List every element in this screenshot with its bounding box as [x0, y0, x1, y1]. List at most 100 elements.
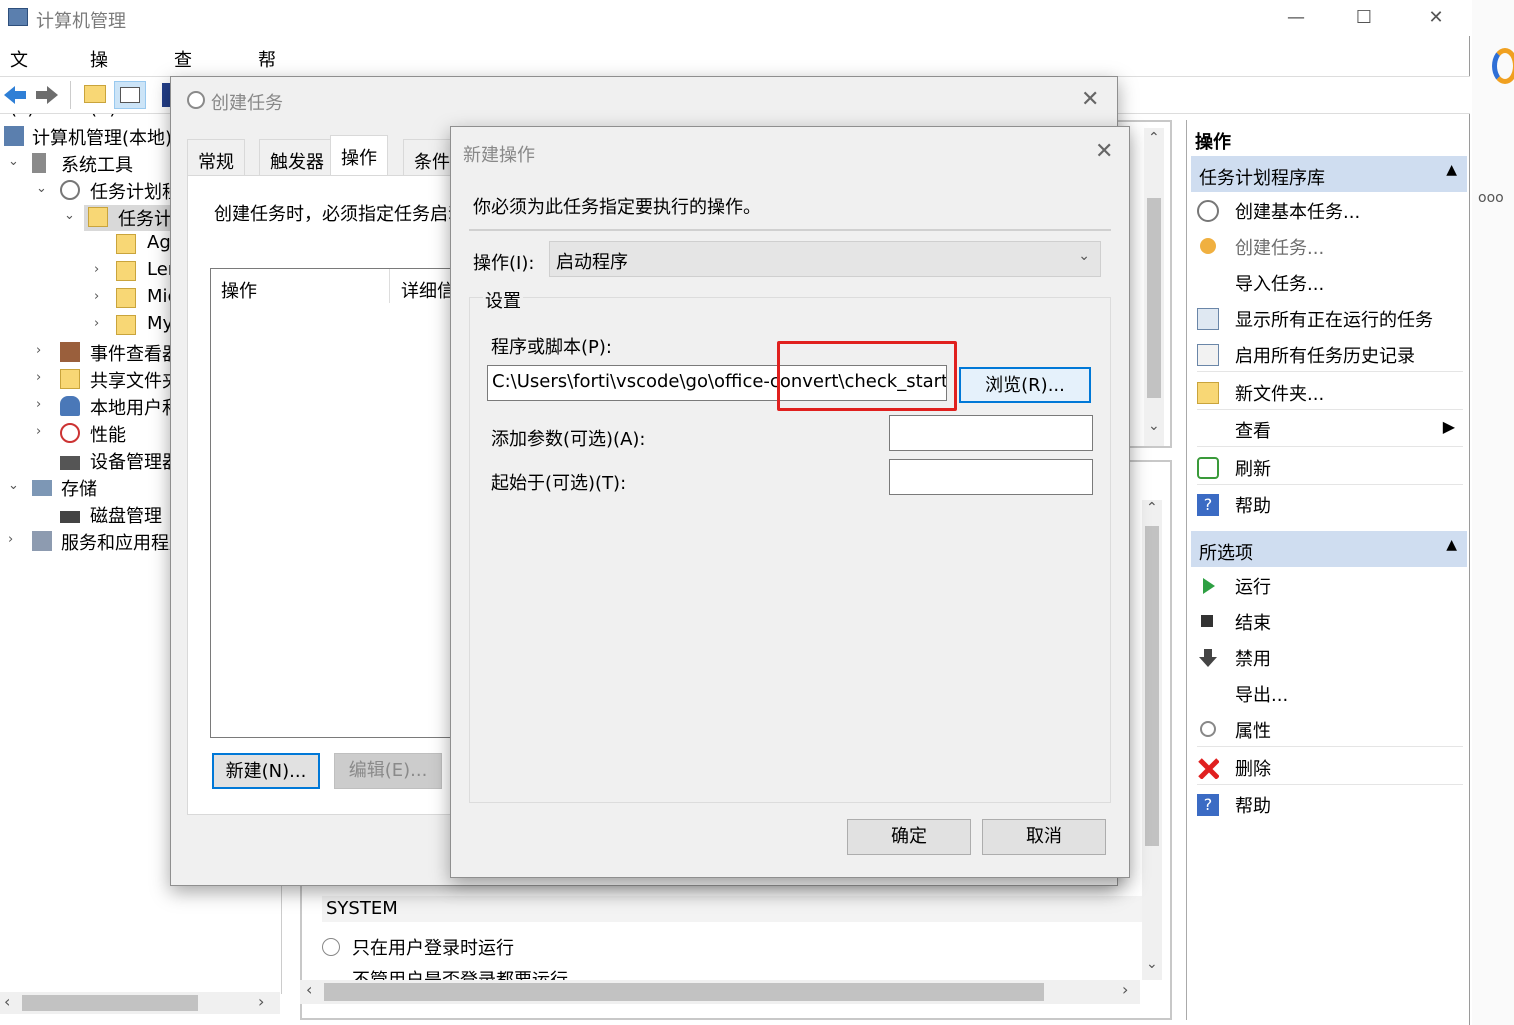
- back-arrow-icon[interactable]: [2, 83, 28, 107]
- action-help[interactable]: ? 帮助: [1197, 486, 1463, 522]
- scroll-left-icon[interactable]: ‹: [306, 980, 312, 999]
- edit-action-button[interactable]: 编辑(E)...: [334, 753, 442, 789]
- action-delete[interactable]: 删除: [1197, 749, 1463, 785]
- task-list-vertical-scrollbar[interactable]: ⌃ ⌄: [1144, 128, 1164, 446]
- section-label: 任务计划程序库: [1199, 168, 1325, 189]
- up-folder-icon[interactable]: [84, 85, 106, 103]
- action-type-value: 启动程序: [556, 252, 628, 273]
- app-icon: [8, 8, 28, 26]
- section-label: 所选项: [1199, 543, 1253, 564]
- chevron-right-icon[interactable]: ›: [36, 370, 41, 385]
- chevron-down-icon[interactable]: ⌄: [8, 154, 19, 169]
- tree-horizontal-scrollbar[interactable]: ‹ ›: [0, 992, 280, 1014]
- action-import-task[interactable]: 导入任务...: [1197, 264, 1463, 300]
- event-viewer-icon: [60, 342, 80, 362]
- radio-button-icon[interactable]: [322, 938, 340, 956]
- section-task-library[interactable]: 任务计划程序库 ▲: [1191, 156, 1467, 192]
- ok-button[interactable]: 确定: [847, 819, 971, 855]
- run-whether-logged-radio[interactable]: 不管用户是否登录都要运行: [320, 966, 820, 980]
- chevron-right-icon[interactable]: ›: [94, 316, 99, 331]
- scroll-thumb[interactable]: [1145, 526, 1159, 846]
- show-tree-button[interactable]: [114, 81, 146, 109]
- action-disable[interactable]: 禁用: [1197, 639, 1463, 675]
- action-label: 结束: [1235, 613, 1271, 634]
- scroll-up-icon[interactable]: ⌃: [1148, 130, 1160, 146]
- run-logged-on-radio[interactable]: 只在用户登录时运行: [320, 934, 820, 962]
- action-label: 帮助: [1235, 496, 1271, 517]
- chevron-right-icon[interactable]: ›: [36, 397, 41, 412]
- forward-arrow-icon[interactable]: [34, 83, 60, 107]
- performance-icon: [60, 423, 80, 443]
- users-icon: [60, 396, 80, 416]
- scroll-down-icon[interactable]: ⌄: [1146, 956, 1158, 972]
- chevron-down-icon[interactable]: ⌄: [8, 478, 19, 493]
- toolbar-separator: [70, 81, 71, 109]
- column-header-action[interactable]: 操作: [221, 277, 257, 303]
- action-show-running[interactable]: 显示所有正在运行的任务: [1197, 300, 1463, 336]
- browse-button[interactable]: 浏览(R)...: [959, 367, 1091, 403]
- action-help-selected[interactable]: ? 帮助: [1197, 786, 1463, 822]
- chevron-down-icon[interactable]: ⌄: [1078, 248, 1090, 264]
- more-icon[interactable]: ooo: [1478, 190, 1504, 206]
- maximize-button[interactable]: ☐: [1350, 4, 1378, 32]
- close-button[interactable]: ✕: [1422, 4, 1450, 32]
- action-run[interactable]: 运行: [1197, 567, 1463, 603]
- action-enable-history[interactable]: 启用所有任务历史记录: [1197, 336, 1463, 372]
- scroll-thumb[interactable]: [22, 995, 198, 1011]
- scroll-thumb[interactable]: [324, 983, 1044, 1001]
- scroll-right-icon[interactable]: ›: [1122, 980, 1128, 999]
- scroll-left-icon[interactable]: ‹: [4, 992, 10, 1011]
- action-export[interactable]: 导出...: [1197, 675, 1463, 711]
- new-action-button[interactable]: 新建(N)...: [212, 753, 320, 789]
- action-properties[interactable]: 属性: [1197, 711, 1463, 747]
- dialog-close-button[interactable]: ✕: [1095, 139, 1113, 164]
- minimize-button[interactable]: —: [1282, 4, 1310, 32]
- properties-vertical-scrollbar[interactable]: ⌃ ⌄: [1142, 500, 1162, 980]
- start-in-input[interactable]: [889, 459, 1093, 495]
- action-label: 刷新: [1235, 459, 1271, 480]
- scroll-right-icon[interactable]: ›: [258, 992, 264, 1011]
- actions-list[interactable]: 操作 详细信息: [210, 268, 473, 738]
- folder-icon: [116, 315, 136, 335]
- title-bar: 计算机管理 — ☐ ✕: [0, 0, 1470, 36]
- scroll-thumb[interactable]: [1147, 198, 1161, 398]
- radio-label: 不管用户是否登录都要运行: [352, 966, 568, 980]
- cancel-button[interactable]: 取消: [982, 819, 1106, 855]
- action-label: 创建基本任务...: [1235, 202, 1361, 223]
- tab-triggers[interactable]: 触发器: [259, 139, 335, 175]
- collapse-icon[interactable]: ▲: [1446, 162, 1457, 178]
- scroll-up-icon[interactable]: ⌃: [1146, 500, 1158, 516]
- action-label: 导出...: [1235, 685, 1289, 706]
- dialog-close-button[interactable]: ✕: [1081, 87, 1099, 112]
- action-create-task[interactable]: 创建任务...: [1197, 228, 1463, 264]
- toolbar-icon[interactable]: [162, 83, 170, 107]
- stop-icon: [1201, 615, 1213, 627]
- chevron-right-icon[interactable]: ›: [94, 289, 99, 304]
- chevron-right-icon[interactable]: ›: [8, 532, 13, 547]
- collapse-icon[interactable]: ▲: [1446, 537, 1457, 553]
- help-icon: ?: [1197, 494, 1219, 516]
- submenu-arrow-icon: ▶: [1442, 417, 1455, 436]
- action-create-basic-task[interactable]: 创建基本任务...: [1197, 192, 1463, 228]
- chevron-right-icon[interactable]: ›: [94, 262, 99, 277]
- tree-label: 共享文件夹: [90, 371, 180, 392]
- chevron-down-icon[interactable]: ⌄: [36, 181, 47, 196]
- section-selected-item[interactable]: 所选项 ▲: [1191, 531, 1467, 567]
- chevron-down-icon[interactable]: ⌄: [64, 208, 75, 223]
- chevron-right-icon[interactable]: ›: [36, 343, 41, 358]
- tab-actions[interactable]: 操作: [330, 135, 388, 177]
- tree-label: 事件查看器: [90, 344, 180, 365]
- action-view[interactable]: 查看 ▶: [1197, 411, 1463, 447]
- storage-icon: [32, 480, 52, 496]
- action-new-folder[interactable]: 新文件夹...: [1197, 374, 1463, 410]
- action-refresh[interactable]: 刷新: [1197, 449, 1463, 485]
- tab-general[interactable]: 常规: [187, 139, 245, 175]
- action-end[interactable]: 结束: [1197, 603, 1463, 639]
- action-type-select[interactable]: 启动程序 ⌄: [549, 241, 1101, 277]
- properties-horizontal-scrollbar[interactable]: ‹ ›: [300, 980, 1140, 1004]
- arguments-input[interactable]: [889, 415, 1093, 451]
- chevron-right-icon[interactable]: ›: [36, 424, 41, 439]
- scroll-down-icon[interactable]: ⌄: [1148, 418, 1160, 434]
- action-label: 帮助: [1235, 796, 1271, 817]
- running-tasks-icon: [1197, 308, 1219, 330]
